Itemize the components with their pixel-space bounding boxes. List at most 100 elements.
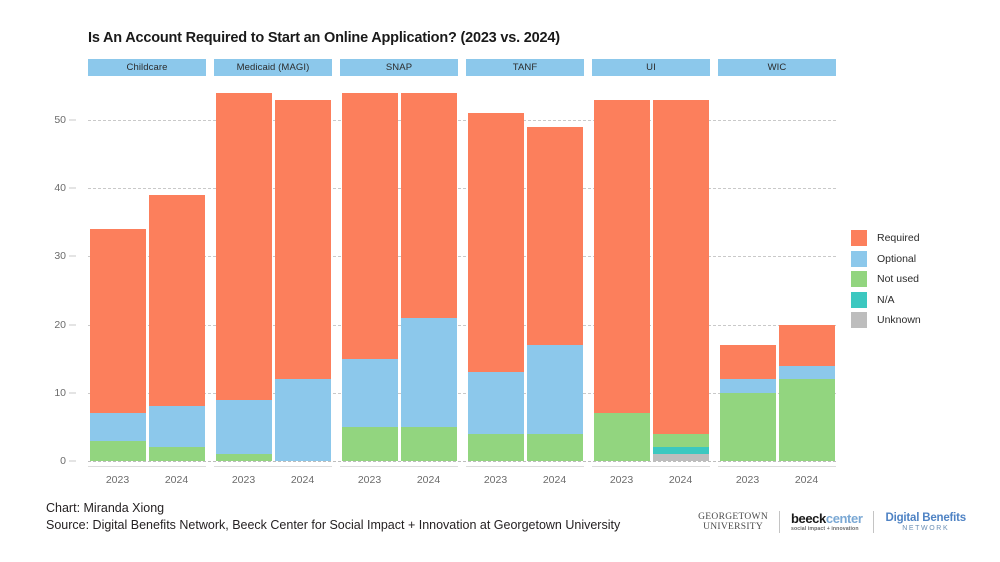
- gridline-0: [88, 461, 836, 462]
- x-axis-tick-label: 2024: [794, 474, 819, 486]
- beeck-center-logo: beeckcenter social impact + innovation: [791, 512, 863, 533]
- bar-group: [88, 86, 206, 461]
- bar-segment-optional[interactable]: [274, 379, 331, 461]
- program-header-ui: UI: [592, 59, 710, 76]
- bar-segment-required[interactable]: [341, 92, 398, 359]
- dbn-line-1: Digital Benefits: [885, 512, 966, 524]
- legend-label: Not used: [877, 273, 920, 286]
- legend-label: Required: [877, 232, 920, 245]
- dbn-line-2: NETWORK: [902, 525, 950, 532]
- logo-strip: GEORGETOWN UNIVERSITY beeckcenter social…: [698, 508, 966, 536]
- x-axis-group: 2023 2024: [718, 464, 836, 490]
- legend-item[interactable]: Optional: [851, 249, 991, 270]
- legend-label: Optional: [877, 252, 917, 265]
- program-header-tanf: TANF: [466, 59, 584, 76]
- bar-segment-optional[interactable]: [215, 399, 272, 455]
- legend-item[interactable]: N/A: [851, 290, 991, 311]
- stacked-bar[interactable]: [215, 92, 272, 461]
- x-axis: 2023 2024 2023 2024 2023 2024 2023 2024 2023 2024…: [88, 464, 836, 490]
- stacked-bar[interactable]: [148, 195, 205, 461]
- bar-segment-not-used[interactable]: [341, 426, 398, 461]
- stacked-bar[interactable]: [89, 229, 146, 461]
- program-header-band: Childcare Medicaid (MAGI) SNAP TANF UI WIC: [88, 59, 836, 76]
- y-axis-tick-mark: [69, 324, 76, 326]
- bar-segment-optional[interactable]: [778, 365, 835, 380]
- stacked-bar[interactable]: [526, 126, 583, 461]
- bar-segment-optional[interactable]: [89, 413, 146, 441]
- bar-segment-required[interactable]: [89, 229, 146, 414]
- x-axis-tick-label: 2024: [542, 474, 567, 486]
- georgetown-line-1: GEORGETOWN: [698, 511, 768, 522]
- bar-segment-not-used[interactable]: [467, 433, 524, 461]
- legend-item[interactable]: Unknown: [851, 310, 991, 331]
- bar-segment-optional[interactable]: [467, 372, 524, 434]
- x-axis-tick-label: 2023: [483, 474, 508, 486]
- y-axis-tick-mark: [69, 187, 76, 189]
- stacked-bar[interactable]: [467, 113, 524, 461]
- x-axis-group: 2023 2024: [214, 464, 332, 490]
- x-axis-tick-label: 2024: [668, 474, 693, 486]
- bar-segment-not-used[interactable]: [526, 433, 583, 461]
- bar-segment-not-used[interactable]: [778, 379, 835, 461]
- bar-group: [214, 86, 332, 461]
- stacked-bar[interactable]: [652, 99, 709, 461]
- digital-benefits-network-logo: Digital Benefits NETWORK: [885, 512, 966, 532]
- bar-segment-optional[interactable]: [526, 345, 583, 434]
- bar-segment-required[interactable]: [526, 126, 583, 346]
- y-axis: 0 10 20 30 40 50: [0, 86, 80, 467]
- source-credit: Source: Digital Benefits Network, Beeck …: [46, 518, 621, 532]
- y-axis-tick-label: 20: [54, 318, 66, 331]
- program-header-medicaid-magi: Medicaid (MAGI): [214, 59, 332, 76]
- bar-segment-unknown[interactable]: [652, 454, 709, 461]
- bar-segment-required[interactable]: [778, 324, 835, 366]
- bar-segment-optional[interactable]: [400, 317, 457, 427]
- bar-segment-not-used[interactable]: [215, 454, 272, 461]
- bar-segment-required[interactable]: [719, 345, 776, 380]
- bar-group: [718, 86, 836, 461]
- bar-segment-required[interactable]: [400, 92, 457, 318]
- legend-item[interactable]: Required: [851, 228, 991, 249]
- y-axis-tick-mark: [69, 460, 76, 462]
- legend-item[interactable]: Not used: [851, 269, 991, 290]
- bar-segment-not-used[interactable]: [400, 426, 457, 461]
- x-axis-tick-label: 2023: [357, 474, 382, 486]
- legend-swatch-icon: [851, 312, 867, 329]
- bar-segment-required[interactable]: [274, 99, 331, 380]
- legend-swatch-icon: [851, 230, 867, 247]
- bar-segment-required[interactable]: [652, 99, 709, 434]
- x-axis-group: 2023 2024: [466, 464, 584, 490]
- bar-segment-optional[interactable]: [341, 358, 398, 427]
- stacked-bar[interactable]: [274, 99, 331, 461]
- bar-segment-not-used[interactable]: [719, 392, 776, 461]
- stacked-bar[interactable]: [778, 324, 835, 461]
- plot-area: [88, 86, 836, 462]
- y-axis-tick-label: 40: [54, 182, 66, 195]
- bar-segment-not-used[interactable]: [652, 433, 709, 448]
- y-axis-tick-mark: [69, 119, 76, 121]
- legend-label: Unknown: [877, 314, 921, 327]
- stacked-bar[interactable]: [593, 99, 650, 461]
- beeck-wordmark: beeckcenter: [791, 512, 863, 525]
- x-axis-group: 2023 2024: [592, 464, 710, 490]
- y-axis-tick-label: 10: [54, 386, 66, 399]
- bar-segment-required[interactable]: [215, 92, 272, 400]
- x-axis-tick-label: 2023: [105, 474, 130, 486]
- stacked-bar[interactable]: [400, 92, 457, 461]
- bar-segment-optional[interactable]: [148, 406, 205, 448]
- bar-segment-required[interactable]: [593, 99, 650, 414]
- program-header-snap: SNAP: [340, 59, 458, 76]
- stacked-bar[interactable]: [341, 92, 398, 461]
- bar-segment-required[interactable]: [467, 113, 524, 373]
- logo-divider-2: [873, 511, 875, 533]
- bar-segment-required[interactable]: [148, 195, 205, 407]
- legend-swatch-icon: [851, 271, 867, 288]
- beeck-light-text: center: [825, 510, 863, 526]
- bar-segment-not-used[interactable]: [593, 413, 650, 461]
- bar-segment-optional[interactable]: [719, 379, 776, 393]
- bar-segment-n-a[interactable]: [652, 447, 709, 455]
- legend-swatch-icon: [851, 291, 867, 308]
- stacked-bar[interactable]: [719, 345, 776, 461]
- bar-segment-not-used[interactable]: [148, 447, 205, 461]
- legend: Required Optional Not used N/A Unknown: [851, 228, 991, 331]
- bar-segment-not-used[interactable]: [89, 440, 146, 461]
